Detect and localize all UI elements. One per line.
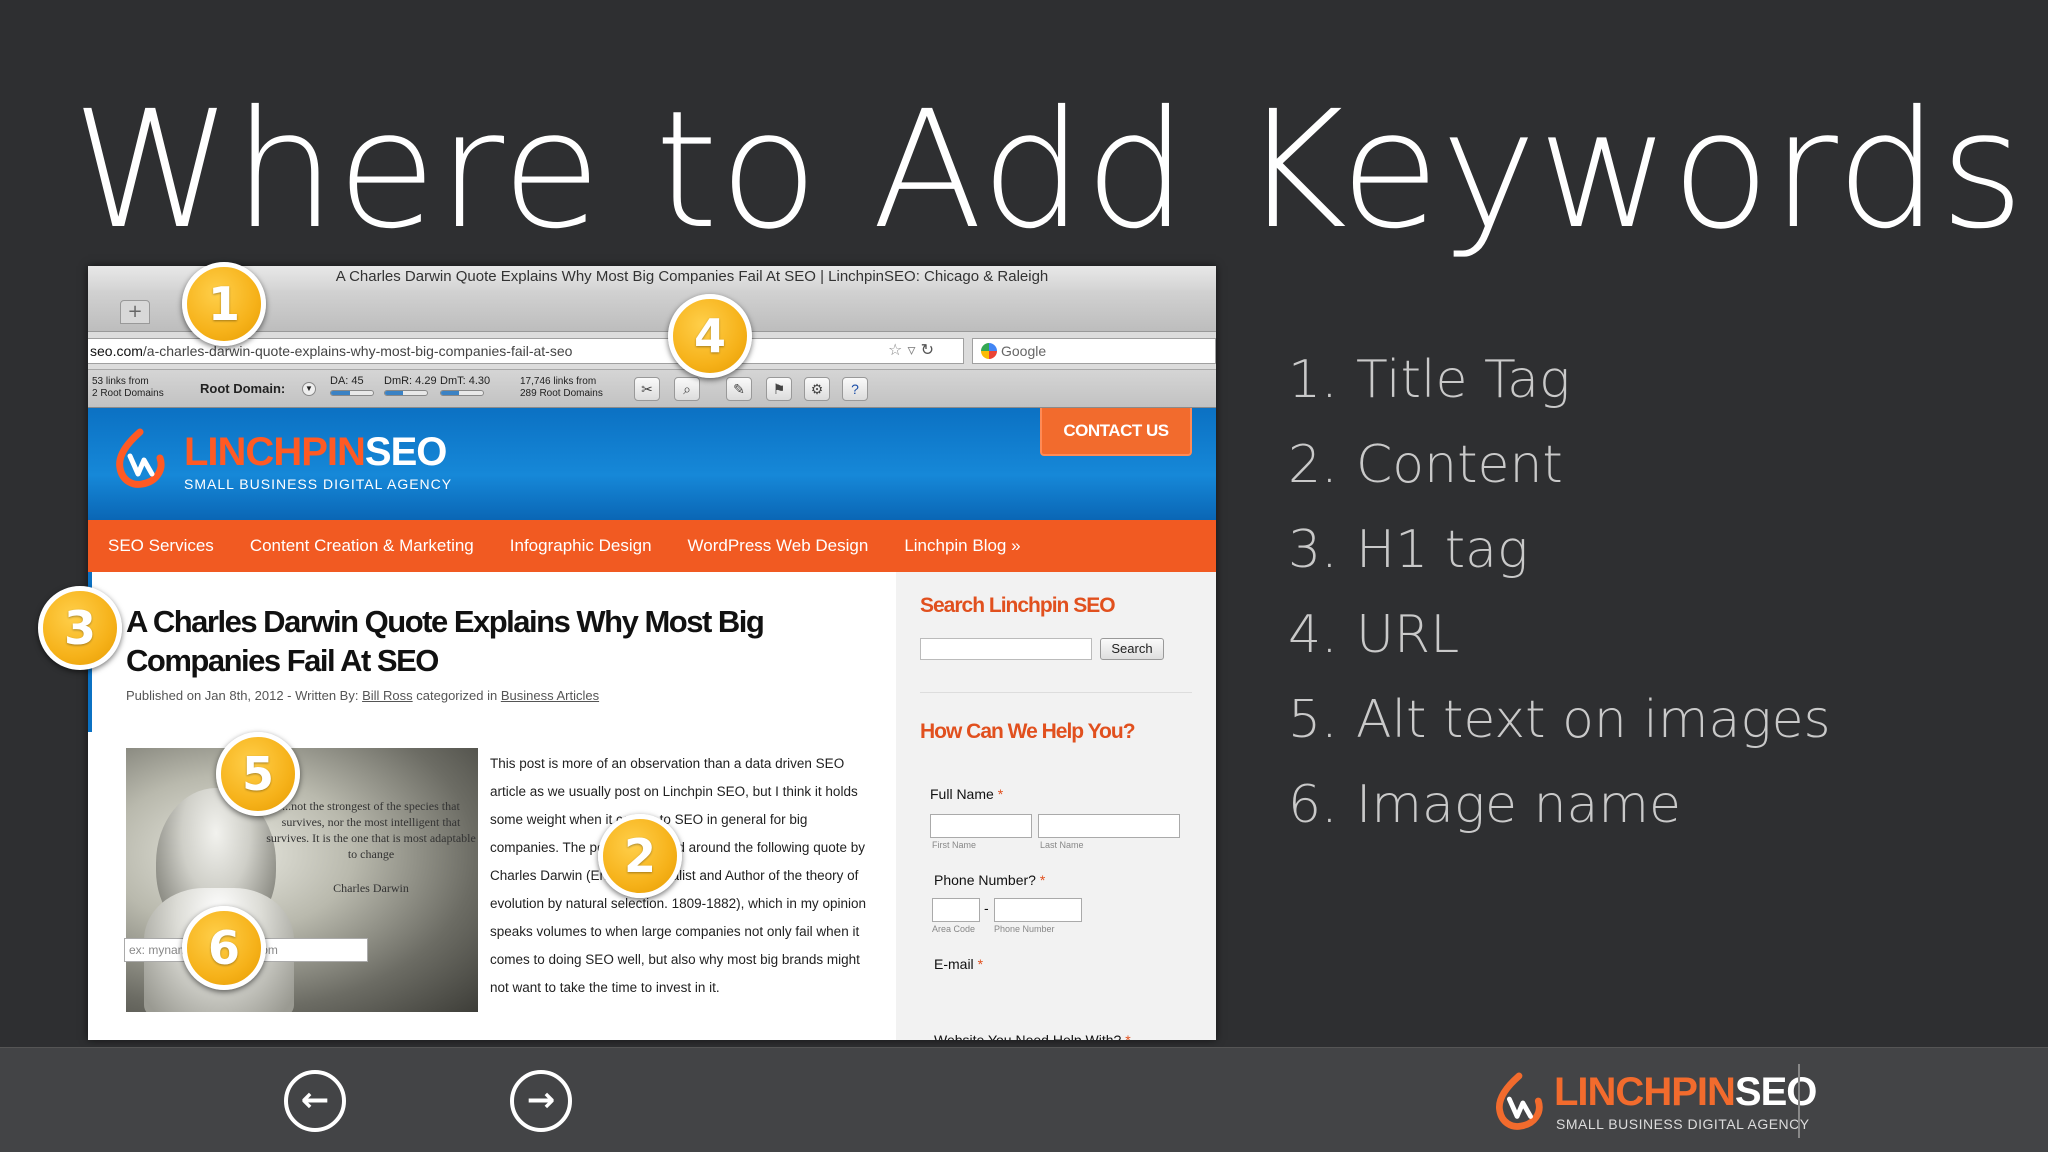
nav-item-content-creation[interactable]: Content Creation & Marketing <box>250 536 474 556</box>
email-label: E-mail * <box>934 956 984 972</box>
nav-item-wordpress-design[interactable]: WordPress Web Design <box>688 536 869 556</box>
url-path: /a-charles-darwin-quote-explains-why-mos… <box>142 343 573 359</box>
chevron-down-icon[interactable]: ▿ <box>907 340 915 359</box>
links-from-stat-2: 17,746 links from 289 Root Domains <box>520 376 603 399</box>
last-name-field[interactable] <box>1038 814 1180 838</box>
category-link[interactable]: Business Articles <box>501 688 599 703</box>
metric-da: DA: 45 <box>330 375 374 396</box>
address-bar: seo.com/a-charles-darwin-quote-explains-… <box>88 332 1216 370</box>
author-link[interactable]: Bill Ross <box>362 688 413 703</box>
root-domain-label: Root Domain: <box>200 381 286 396</box>
google-icon <box>981 343 997 359</box>
keyword-item: 6. Image name <box>1288 775 1682 835</box>
sidebar-divider <box>920 692 1192 693</box>
new-tab-button[interactable]: + <box>120 300 150 324</box>
full-name-label: Full Name * <box>930 786 1004 802</box>
keyword-item: 3. H1 tag <box>1288 520 1529 580</box>
seo-toolbar: 53 links from 2 Root Domains Root Domain:… <box>88 370 1216 408</box>
tools-icon[interactable]: ✂ <box>634 377 660 401</box>
slide-title: Where to Add Keywords <box>72 77 2026 265</box>
help-heading: How Can We Help You? <box>920 720 1136 743</box>
nav-item-blog[interactable]: Linchpin Blog » <box>904 536 1020 556</box>
contact-us-button[interactable]: CONTACT US <box>1040 408 1192 456</box>
phone-number-field[interactable] <box>994 898 1082 922</box>
metric-dmt: DmT: 4.30 <box>440 375 490 396</box>
nav-item-seo-services[interactable]: SEO Services <box>108 536 214 556</box>
article-title: A Charles Darwin Quote Explains Why Most… <box>126 604 765 678</box>
links-from-stat: 53 links from 2 Root Domains <box>92 376 164 399</box>
search-placeholder: Google <box>1001 343 1047 359</box>
badge-3: 3 <box>38 586 122 670</box>
phone-label: Phone Number? * <box>934 872 1046 888</box>
search-button[interactable]: Search <box>1100 638 1164 660</box>
metric-fill <box>441 391 460 395</box>
site-nav: SEO Services Content Creation & Marketin… <box>88 520 1216 572</box>
linchpin-logo-icon <box>1495 1072 1543 1130</box>
badge-1: 1 <box>182 262 266 346</box>
site-tagline: SMALL BUSINESS DIGITAL AGENCY <box>184 476 453 492</box>
magnifier-icon[interactable]: ⌕ <box>674 377 700 401</box>
badge-4: 4 <box>668 294 752 378</box>
area-code-hint: Area Code <box>932 924 976 934</box>
arrow-left-icon[interactable]: ← <box>284 1070 346 1132</box>
last-name-hint: Last Name <box>1040 840 1084 850</box>
site-header: LINCHPINSEO SMALL BUSINESS DIGITAL AGENC… <box>88 408 1216 520</box>
search-heading: Search Linchpin SEO <box>920 594 1116 617</box>
arrow-right-icon[interactable]: → <box>510 1070 572 1132</box>
image-quote: ...not the strongest of the species that… <box>266 799 476 895</box>
search-field[interactable]: Google <box>972 338 1216 364</box>
footer-logo-text: LINCHPINSEO <box>1554 1070 1817 1114</box>
bottom-bar: ← → LINCHPINSEO SMALL BUSINESS DIGITAL A… <box>0 1047 2048 1152</box>
keyword-item: 4. URL <box>1288 605 1460 665</box>
phone-dash: - <box>984 900 989 916</box>
keyword-item: 1. Title Tag <box>1288 350 1571 410</box>
metric-fill <box>385 391 404 395</box>
phone-number-hint: Phone Number <box>994 924 1055 934</box>
star-icon[interactable]: ☆ <box>888 340 902 359</box>
article-body: This post is more of an observation than… <box>490 756 866 995</box>
linchpin-logo-icon <box>116 428 165 488</box>
darwin-image: ...not the strongest of the species that… <box>126 748 478 1012</box>
first-name-hint: First Name <box>932 840 977 850</box>
search-input[interactable] <box>920 638 1092 660</box>
keyword-list: 1. Title Tag 2. Content 3. H1 tag 4. URL 5. A… <box>1288 350 1831 860</box>
sidebar: Search Linchpin SEO Search How Can We He… <box>896 572 1216 1040</box>
pencil-icon[interactable]: ✎ <box>726 377 752 401</box>
badge-6: 6 <box>182 906 266 990</box>
gear-icon[interactable]: ⚙ <box>804 377 830 401</box>
footer-logo: LINCHPINSEO SMALL BUSINESS DIGITAL AGENC… <box>1492 1066 1817 1136</box>
metric-fill <box>331 391 350 395</box>
reload-icon[interactable]: ↻ <box>921 340 934 359</box>
footer-divider <box>1798 1064 1800 1138</box>
keyword-item: 2. Content <box>1288 435 1563 495</box>
metric-dmr: DmR: 4.29 <box>384 375 437 396</box>
url-field-icons: ☆ ▿ ↻ <box>888 340 934 359</box>
article-byline: Published on Jan 8th, 2012 - Written By:… <box>126 688 600 703</box>
help-icon[interactable]: ? <box>842 377 868 401</box>
site-logo-text[interactable]: LINCHPINSEO <box>184 430 447 474</box>
chevron-down-icon[interactable]: ▼ <box>302 382 316 396</box>
flag-icon[interactable]: ⚑ <box>766 377 792 401</box>
nav-item-infographic-design[interactable]: Infographic Design <box>510 536 652 556</box>
url-domain: seo.com <box>90 343 143 359</box>
first-name-field[interactable] <box>930 814 1032 838</box>
website-help-label: Website You Need Help With? * <box>934 1032 1131 1040</box>
badge-5: 5 <box>216 732 300 816</box>
keyword-item: 5. Alt text on images <box>1288 690 1831 750</box>
area-code-field[interactable] <box>932 898 980 922</box>
footer-tagline: SMALL BUSINESS DIGITAL AGENCY <box>1556 1116 1810 1132</box>
badge-2: 2 <box>598 814 682 898</box>
